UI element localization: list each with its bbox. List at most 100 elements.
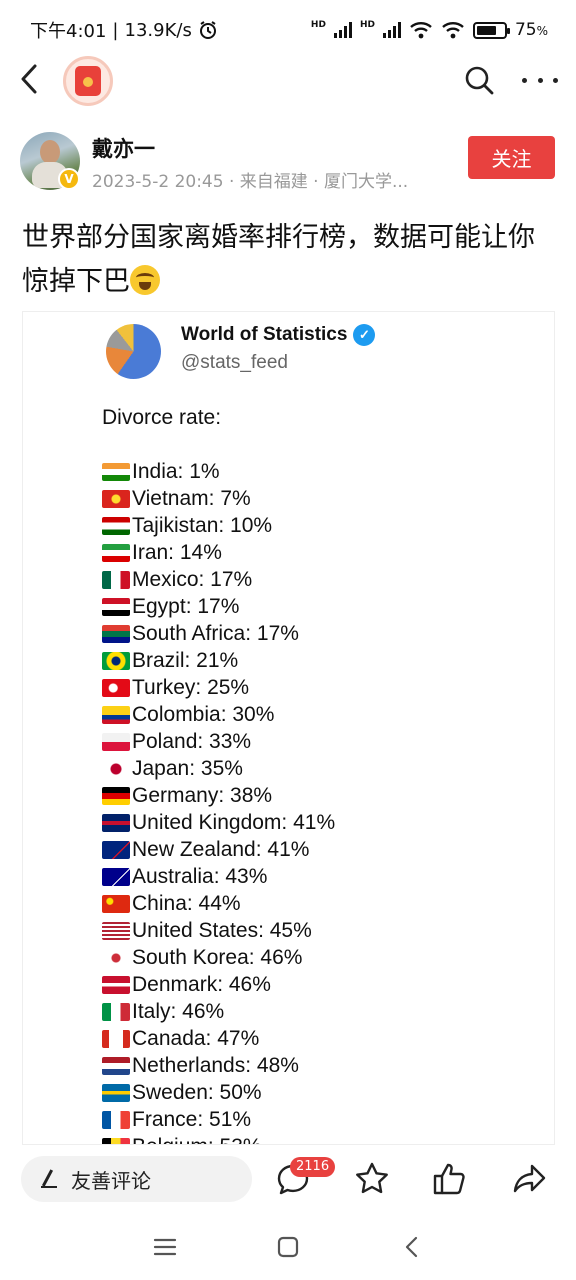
- list-item: China: 44%: [102, 890, 335, 917]
- list-item: Sweden: 50%: [102, 1079, 335, 1106]
- verified-v-icon: V: [58, 168, 80, 190]
- list-item-label: Colombia: 30%: [132, 702, 275, 726]
- list-item-label: Mexico: 17%: [132, 567, 253, 591]
- avatar-face: [40, 140, 60, 164]
- flag-egypt-icon: [102, 597, 130, 616]
- flag-sweden-icon: [102, 1083, 130, 1102]
- list-item-label: Poland: 33%: [132, 729, 252, 753]
- red-packet-icon[interactable]: [63, 56, 113, 106]
- list-item: South Africa: 17%: [102, 620, 335, 647]
- comment-count-badge: 2116: [290, 1157, 336, 1177]
- menu-icon[interactable]: [150, 1234, 180, 1260]
- list-item: Brazil: 21%: [102, 647, 335, 674]
- post-meta: 2023-5-2 20:45 · 来自福建 · 厦门大学...: [92, 172, 409, 192]
- home-square-icon[interactable]: [273, 1234, 303, 1260]
- system-nav-bar: [0, 1222, 576, 1272]
- list-item-label: Canada: 47%: [132, 1026, 260, 1050]
- flag-australia-icon: [102, 867, 130, 886]
- status-left: 下午4:01 | 13.9K/s: [30, 17, 218, 43]
- back-triangle-icon[interactable]: [397, 1234, 427, 1260]
- list-item: Japan: 35%: [102, 755, 335, 782]
- list-item: New Zealand: 41%: [102, 836, 335, 863]
- flag-italy-icon: [102, 1002, 130, 1021]
- list-item: Tajikistan: 10%: [102, 512, 335, 539]
- flag-new-zealand-icon: [102, 840, 130, 859]
- search-icon[interactable]: [463, 64, 495, 96]
- post-image[interactable]: World of Statistics ✓ @stats_feed Divorc…: [22, 311, 555, 1145]
- pen-icon: [41, 1170, 57, 1188]
- list-item-label: Egypt: 17%: [132, 594, 240, 618]
- flag-netherlands-icon: [102, 1056, 130, 1075]
- list-item-label: New Zealand: 41%: [132, 837, 310, 861]
- list-item-label: Sweden: 50%: [132, 1080, 262, 1104]
- flag-germany-icon: [102, 786, 130, 805]
- flag-colombia-icon: [102, 705, 130, 724]
- list-item-label: United States: 45%: [132, 918, 312, 942]
- list-item: United Kingdom: 41%: [102, 809, 335, 836]
- comment-input[interactable]: 友善评论: [21, 1156, 252, 1202]
- flag-denmark-icon: [102, 975, 130, 994]
- list-item-label: Netherlands: 48%: [132, 1053, 299, 1077]
- list-item-label: India: 1%: [132, 459, 220, 483]
- flag-south-korea-icon: [102, 948, 130, 967]
- flag-turkey-icon: [102, 678, 130, 697]
- share-icon[interactable]: [510, 1160, 548, 1198]
- flag-iran-icon: [102, 543, 130, 562]
- crying-laughing-emoji-icon: [130, 265, 160, 295]
- status-time: 下午4:01: [30, 21, 107, 42]
- network-speed: 13.9K/s: [124, 19, 192, 41]
- list-item: Belgium: 53%: [102, 1133, 335, 1144]
- list-item: South Korea: 46%: [102, 944, 335, 971]
- list-item: Turkey: 25%: [102, 674, 335, 701]
- signal-icon-2: [382, 22, 401, 38]
- list-item: France: 51%: [102, 1106, 335, 1133]
- embed-handle: @stats_feed: [181, 352, 288, 373]
- list-item: Colombia: 30%: [102, 701, 335, 728]
- status-right: HD HD 75%: [311, 20, 548, 40]
- flag-united-states-icon: [102, 921, 130, 940]
- like-icon[interactable]: [431, 1160, 469, 1198]
- author-name[interactable]: 戴亦一: [92, 133, 155, 163]
- flag-belgium-icon: [102, 1137, 130, 1144]
- list-item-label: South Korea: 46%: [132, 945, 303, 969]
- list-item: Vietnam: 7%: [102, 485, 335, 512]
- status-divider: |: [112, 19, 119, 41]
- flag-tajikistan-icon: [102, 516, 130, 535]
- list-item: Australia: 43%: [102, 863, 335, 890]
- flag-brazil-icon: [102, 651, 130, 670]
- list-item-label: Iran: 14%: [132, 540, 222, 564]
- list-item-label: Vietnam: 7%: [132, 486, 251, 510]
- flag-mexico-icon: [102, 570, 130, 589]
- post-title-text: 世界部分国家离婚率排行榜，数据可能让你惊掉下巴: [22, 222, 535, 297]
- battery-percent-value: 75: [514, 20, 537, 40]
- list-item-label: South Africa: 17%: [132, 621, 299, 645]
- flag-japan-icon: [102, 759, 130, 778]
- list-item: India: 1%: [102, 458, 335, 485]
- list-item: United States: 45%: [102, 917, 335, 944]
- embed-heading: Divorce rate:: [102, 406, 222, 429]
- back-icon[interactable]: [16, 62, 44, 96]
- more-icon[interactable]: [522, 66, 558, 94]
- battery-icon: [472, 21, 510, 39]
- hd-label-2: HD: [359, 20, 375, 30]
- flag-canada-icon: [102, 1029, 130, 1048]
- top-nav: [0, 52, 576, 108]
- flag-vietnam-icon: [102, 489, 130, 508]
- list-item-label: Tajikistan: 10%: [132, 513, 273, 537]
- list-item-label: China: 44%: [132, 891, 241, 915]
- star-icon[interactable]: [353, 1160, 391, 1198]
- verified-check-icon: ✓: [353, 324, 376, 346]
- list-item: Canada: 47%: [102, 1025, 335, 1052]
- flag-india-icon: [102, 462, 130, 481]
- list-item: Germany: 38%: [102, 782, 335, 809]
- percent-sign: %: [536, 24, 548, 38]
- list-item-label: Germany: 38%: [132, 783, 273, 807]
- follow-button[interactable]: 关注: [468, 136, 555, 179]
- list-item: Egypt: 17%: [102, 593, 335, 620]
- list-item: Iran: 14%: [102, 539, 335, 566]
- signal-icon: [333, 22, 352, 38]
- battery-percent: 75%: [515, 20, 548, 40]
- flag-united-kingdom-icon: [102, 813, 130, 832]
- list-item: Mexico: 17%: [102, 566, 335, 593]
- flag-china-icon: [102, 894, 130, 913]
